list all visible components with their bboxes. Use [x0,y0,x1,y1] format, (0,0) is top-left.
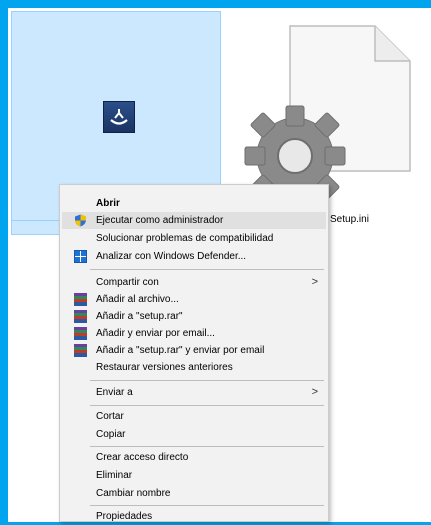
menu-item-label: Ejecutar como administrador [96,215,224,226]
menu-item-abrir[interactable]: Abrir [62,195,326,212]
menu-item-restore-versions[interactable]: Restaurar versiones anteriores [62,359,326,376]
menu-item-add-to-setup-rar[interactable]: Añadir a "setup.rar" [62,308,326,325]
winrar-icon [74,327,87,340]
menu-item-label: Compartir con [96,277,159,288]
menu-item-cut[interactable]: Cortar [62,408,326,425]
menu-item-label: Cambiar nombre [96,488,171,499]
menu-item-windows-defender[interactable]: Analizar con Windows Defender... [62,248,326,265]
menu-item-send-to[interactable]: Enviar a > [62,384,326,401]
menu-item-delete[interactable]: Eliminar [62,467,326,484]
menu-item-label: Solucionar problemas de compatibilidad [96,233,274,244]
menu-separator [90,380,324,381]
menu-item-rename[interactable]: Cambiar nombre [62,485,326,502]
menu-item-label: Crear acceso directo [96,452,189,463]
menu-item-run-as-admin[interactable]: Ejecutar como administrador [62,212,326,229]
menu-item-label: Eliminar [96,470,133,481]
submenu-chevron-icon: > [311,386,318,398]
uac-shield-icon [75,214,86,227]
windows-defender-icon [74,250,87,263]
context-menu: Abrir Ejecutar como administrador Soluci… [59,184,329,522]
menu-separator [90,505,324,506]
menu-separator [90,269,324,270]
submenu-chevron-icon: > [311,276,318,288]
menu-item-label: Cortar [96,411,124,422]
menu-item-label: Restaurar versiones anteriores [96,362,233,373]
setup-ini-name[interactable]: Setup.ini [330,214,369,225]
menu-item-label: Abrir [96,198,120,209]
menu-item-add-and-email[interactable]: Añadir y enviar por email... [62,325,326,342]
menu-item-label: Analizar con Windows Defender... [96,251,247,262]
menu-item-add-setup-rar-and-email[interactable]: Añadir a "setup.rar" y enviar por email [62,342,326,359]
setup-installer-icon [103,101,135,133]
menu-separator [90,446,324,447]
menu-item-create-shortcut[interactable]: Crear acceso directo [62,449,326,466]
menu-separator [90,405,324,406]
menu-item-compat-troubleshoot[interactable]: Solucionar problemas de compatibilidad [62,230,326,247]
winrar-icon [74,344,87,357]
menu-item-copy[interactable]: Copiar [62,426,326,443]
menu-item-properties[interactable]: Propiedades [62,508,326,525]
menu-item-label: Copiar [96,429,126,440]
menu-item-label: Propiedades [96,511,153,522]
menu-item-label: Añadir al archivo... [96,294,179,305]
winrar-icon [74,293,87,306]
menu-item-label: Añadir a "setup.rar" y enviar por email [96,345,265,356]
menu-item-share-with[interactable]: Compartir con > [62,274,326,291]
winrar-icon [74,310,87,323]
menu-item-add-to-archive[interactable]: Añadir al archivo... [62,291,326,308]
menu-item-label: Añadir a "setup.rar" [96,311,183,322]
menu-item-label: Enviar a [96,387,133,398]
menu-item-label: Añadir y enviar por email... [96,328,215,339]
